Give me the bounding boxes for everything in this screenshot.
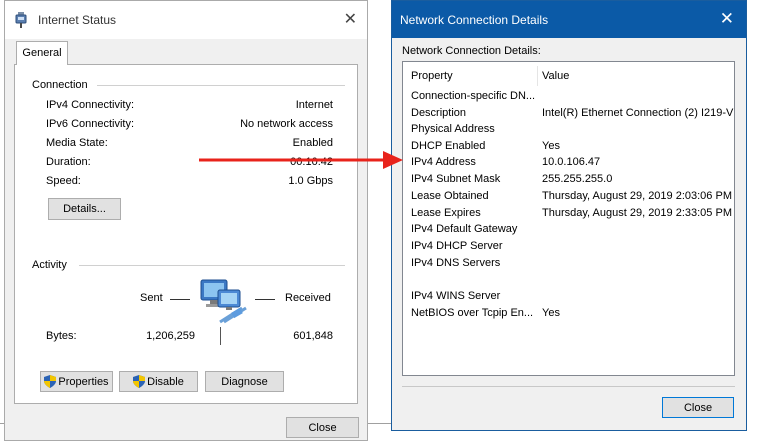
bytes-received-value: 601,848 (293, 330, 333, 342)
column-header-property[interactable]: Property (411, 70, 453, 82)
right-arrow-icon (199, 151, 403, 169)
disable-label: Disable (147, 375, 184, 388)
column-separator[interactable] (537, 66, 538, 86)
ipv4-connectivity-label: IPv4 Connectivity: (46, 99, 135, 111)
activity-group-title: Activity (32, 259, 71, 271)
list-item[interactable]: NetBIOS over Tcpip En... Yes (403, 307, 734, 323)
close-icon[interactable]: ✕ (720, 9, 734, 29)
properties-label: Properties (58, 375, 109, 388)
property-cell: Lease Obtained (411, 190, 489, 202)
value-cell: Intel(R) Ethernet Connection (2) I219-V (542, 107, 734, 119)
disable-button[interactable]: Disable (119, 371, 198, 392)
uac-shield-icon (44, 375, 57, 388)
tab-general[interactable]: General (16, 41, 68, 65)
list-item[interactable]: DHCP Enabled Yes (403, 140, 734, 156)
duration-label: Duration: (46, 156, 91, 168)
diagnose-button[interactable]: Diagnose (205, 371, 284, 392)
list-item[interactable]: Lease Expires Thursday, August 29, 2019 2… (403, 207, 734, 223)
value-cell: 255.255.255.0 (542, 173, 613, 185)
property-cell: IPv4 DHCP Server (411, 240, 503, 252)
background-line (368, 423, 392, 424)
list-item[interactable]: IPv4 DHCP Server (403, 240, 734, 256)
details-titlebar[interactable]: Network Connection Details ✕ (392, 1, 746, 38)
list-item[interactable]: IPv4 WINS Server (403, 290, 734, 306)
group-divider (97, 85, 345, 86)
list-item[interactable] (403, 273, 734, 289)
ipv4-connectivity-value: Internet (295, 99, 333, 111)
network-adapter-icon (15, 12, 27, 31)
status-titlebar[interactable]: Internet Status ✕ (5, 1, 367, 39)
list-item[interactable]: IPv4 Address 10.0.106.47 (403, 156, 734, 172)
property-cell: IPv4 Default Gateway (411, 223, 518, 235)
property-cell: Connection-specific DN... (411, 90, 536, 102)
list-item[interactable]: IPv4 Subnet Mask 255.255.255.0 (403, 173, 734, 189)
list-item[interactable]: Physical Address (403, 123, 734, 139)
property-cell: IPv4 DNS Servers (411, 257, 501, 269)
group-divider (79, 265, 345, 266)
details-subtitle: Network Connection Details: (402, 45, 541, 57)
column-header-value[interactable]: Value (542, 70, 569, 82)
internet-status-window: Internet Status ✕ General Connection IPv… (4, 0, 368, 441)
property-cell: NetBIOS over Tcpip En... (411, 307, 534, 319)
property-cell: Physical Address (411, 123, 495, 135)
connection-group-title: Connection (32, 79, 92, 91)
ipv6-connectivity-label: IPv6 Connectivity: (46, 118, 135, 130)
property-cell: DHCP Enabled (411, 140, 486, 152)
value-cell: Yes (542, 140, 560, 152)
ipv6-connectivity-value: No network access (240, 118, 333, 130)
property-cell: Description (411, 107, 467, 119)
value-cell: Yes (542, 307, 560, 319)
list-header: Property Value (403, 62, 734, 87)
sent-line (170, 299, 190, 300)
property-cell: IPv4 Address (411, 156, 476, 168)
property-cell: IPv4 WINS Server (411, 290, 501, 302)
property-cell: IPv4 Subnet Mask (411, 173, 501, 185)
list-item[interactable]: Connection-specific DN... (403, 90, 734, 106)
dialog-divider (402, 386, 735, 387)
speed-value: 1.0 Gbps (288, 175, 333, 187)
bytes-divider (220, 327, 221, 345)
details-button[interactable]: Details... (48, 198, 121, 220)
window-title: Internet Status (38, 13, 117, 27)
received-label: Received (285, 292, 331, 304)
general-tab-panel: Connection IPv4 Connectivity: Internet I… (14, 64, 358, 404)
network-computers-icon (200, 278, 248, 327)
speed-label: Speed: (46, 175, 81, 187)
properties-button[interactable]: Properties (40, 371, 113, 392)
value-cell: 10.0.106.47 (542, 156, 601, 168)
list-item[interactable]: IPv4 Default Gateway (403, 223, 734, 239)
bytes-sent-value: 1,206,259 (146, 330, 195, 342)
media-state-label: Media State: (46, 137, 108, 149)
value-cell: Thursday, August 29, 2019 2:03:06 PM (542, 190, 732, 202)
details-close-button[interactable]: Close (662, 397, 734, 418)
uac-shield-icon (133, 375, 146, 388)
property-cell: Lease Expires (411, 207, 481, 219)
close-icon[interactable]: ✕ (344, 9, 357, 29)
list-item[interactable]: IPv4 DNS Servers (403, 257, 734, 273)
details-window-title: Network Connection Details (400, 13, 549, 27)
list-item[interactable]: Description Intel(R) Ethernet Connection … (403, 107, 734, 123)
received-line (255, 299, 275, 300)
close-button[interactable]: Close (286, 417, 359, 438)
network-connection-details-window: Network Connection Details ✕ Network Con… (391, 0, 747, 431)
details-list[interactable]: Property Value Connection-specific DN...… (402, 61, 735, 376)
list-item[interactable]: Lease Obtained Thursday, August 29, 2019 … (403, 190, 734, 206)
value-cell: Thursday, August 29, 2019 2:33:05 PM (542, 207, 732, 219)
bytes-label: Bytes: (46, 330, 77, 342)
sent-label: Sent (140, 292, 163, 304)
